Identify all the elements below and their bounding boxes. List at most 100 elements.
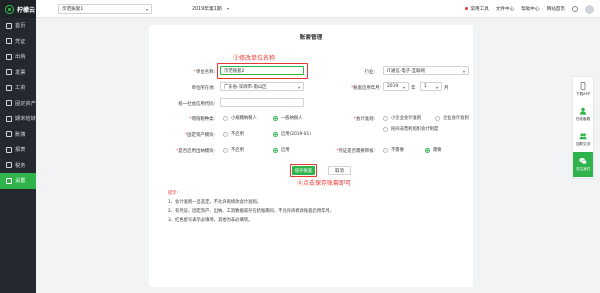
accounting-label: *会计准则:	[353, 117, 375, 122]
year-unit: 年	[411, 86, 416, 91]
sidebar-item-label: 设置	[15, 178, 26, 185]
industry-value: IT通信-电子-互联网	[387, 68, 425, 74]
radio-review-no[interactable]: 不需要	[383, 147, 404, 153]
radio-checked-icon	[273, 115, 278, 121]
sidebar-item-cashier[interactable]: 出纳	[0, 49, 36, 65]
radio-asset-disable[interactable]: 不启用	[223, 131, 244, 137]
radio-label: 需要	[433, 148, 442, 153]
tip-line: 2、有凭证、固定资产、出纳、工资数据或存在结账期间，不允许再修改账套启用年月。	[168, 209, 335, 214]
salary-icon	[6, 84, 12, 91]
rp-label: 加群交流	[575, 142, 591, 146]
sidebar-item-label: 期末结转	[15, 116, 36, 123]
sidebar: 柠檬云 首页 凭证 出纳 发票 工资 固定资产 期末结转 账簿 报表 税务 设置	[0, 0, 36, 293]
tips-title: 提示:	[168, 191, 179, 196]
chevron-down-icon	[146, 8, 148, 11]
radio-label: 不启用	[231, 148, 244, 153]
sidebar-item-voucher[interactable]: 凭证	[0, 34, 36, 50]
topbar: 示范账套1 2019年第1期 常用工具 文件中心 帮助中心 网站首页	[36, 0, 600, 18]
start-month-select[interactable]: 1	[420, 82, 442, 91]
sidebar-item-tax[interactable]: 税务	[0, 158, 36, 174]
chevron-down-icon	[463, 70, 465, 73]
sidebar-item-label: 税务	[15, 162, 26, 169]
period-end-icon	[6, 115, 12, 122]
sidebar-item-reports[interactable]: 报表	[0, 142, 36, 158]
location-value: 广东省-深圳市-南山区	[224, 84, 267, 90]
tip-line: 3、红色星号表示必填项，其他为非必填项。	[168, 218, 253, 223]
join-group-button[interactable]: 加群交流	[573, 127, 593, 152]
sidebar-item-home[interactable]: 首页	[0, 18, 36, 34]
account-select[interactable]: 示范账套1	[58, 4, 152, 14]
rp-label: 在线客服	[575, 117, 591, 121]
sidebar-item-invoice[interactable]: 发票	[0, 65, 36, 81]
chevron-down-icon[interactable]	[227, 8, 229, 10]
cashier-label: *是否启用出纳模块:	[176, 149, 215, 154]
sidebar-item-salary[interactable]: 工资	[0, 80, 36, 96]
online-service-button[interactable]: 在线客服	[573, 102, 593, 127]
radio-icon	[223, 115, 228, 121]
sidebar-item-settings[interactable]: 设置	[0, 173, 36, 189]
website-home-link[interactable]: 网站首页	[547, 6, 565, 12]
start-year-value: 2019	[387, 84, 399, 89]
radio-non-profit[interactable]: 民间非营利组织会计制度	[383, 126, 438, 132]
home-icon	[6, 22, 12, 29]
rp-label: 关注我们	[575, 167, 591, 171]
tools-link[interactable]: 常用工具	[464, 6, 489, 12]
tip-line: 1、会计准则一旦选定，不允许再修改会计准则。	[168, 200, 261, 205]
app-name: 柠檬云	[17, 6, 36, 14]
sidebar-item-label: 发票	[15, 69, 26, 76]
period-select[interactable]: 2019年第1期	[192, 5, 222, 12]
wechat-icon	[579, 157, 587, 165]
account-management-panel: 账套管理 ③修改单位名称 *单位名称: 示范账套2 行业: IT通信-电子-互联…	[149, 25, 473, 287]
credit-code-label: 统一社会信用代码:	[178, 102, 215, 107]
radio-icon	[383, 147, 388, 153]
save-account-button[interactable]: 保存账套	[292, 166, 315, 175]
cashier-icon	[6, 53, 12, 60]
sidebar-item-assets[interactable]: 固定资产	[0, 96, 36, 112]
location-select[interactable]: 广东省-深圳市-南山区	[220, 82, 304, 91]
report-icon	[6, 146, 12, 153]
radio-enterprise[interactable]: 企业会计准则	[435, 115, 469, 121]
sidebar-item-label: 工资	[15, 85, 26, 92]
start-year-select[interactable]: 2019	[383, 82, 409, 91]
radio-small-scale[interactable]: 小规模纳税人	[223, 115, 257, 121]
radio-label: 不启用	[231, 132, 244, 137]
sidebar-item-label: 固定资产	[15, 100, 36, 107]
sidebar-item-ledger[interactable]: 账簿	[0, 127, 36, 143]
sidebar-item-period-end[interactable]: 期末结转	[0, 111, 36, 127]
radio-cashier-enable[interactable]: 启用	[273, 147, 290, 153]
location-label: 单位所在地:	[191, 86, 215, 91]
radio-general-taxpayer[interactable]: 一般纳税人	[273, 115, 302, 121]
sidebar-item-label: 报表	[15, 147, 26, 154]
user-icon	[579, 107, 587, 115]
unit-name-input[interactable]: 示范账套2	[220, 66, 304, 75]
help-center-link[interactable]: 帮助中心	[521, 6, 539, 12]
radio-checked-icon	[273, 147, 278, 153]
radio-label: 启用	[281, 148, 290, 153]
annotation-step3: ③修改单位名称	[233, 55, 276, 62]
radio-checked-icon	[425, 147, 430, 153]
radio-review-yes[interactable]: 需要	[425, 147, 442, 153]
chevron-down-icon	[436, 86, 438, 89]
download-app-button[interactable]: 下载APP	[573, 77, 593, 102]
month-unit: 月	[444, 86, 449, 91]
file-center-link[interactable]: 文件中心	[496, 6, 514, 12]
radio-label: 民间非营利组织会计制度	[391, 127, 439, 132]
credit-code-input[interactable]	[220, 98, 304, 107]
unit-name-label: *单位名称:	[193, 70, 215, 75]
sidebar-item-label: 出纳	[15, 54, 26, 61]
radio-cashier-disable[interactable]: 不启用	[223, 147, 244, 153]
radio-asset-enable[interactable]: 启用(2019-01)	[273, 131, 311, 137]
phone-icon	[580, 82, 586, 90]
app-logo[interactable]: 柠檬云	[0, 0, 36, 18]
chevron-down-icon	[298, 86, 300, 89]
right-float-panel: 下载APP 在线客服 加群交流 关注我们	[572, 76, 594, 179]
cancel-button[interactable]: 取消	[328, 166, 351, 175]
radio-label: 不需要	[391, 148, 404, 153]
avatar[interactable]	[585, 4, 594, 14]
radio-icon	[223, 147, 228, 153]
radio-icon	[383, 126, 388, 132]
follow-us-button[interactable]: 关注我们	[573, 152, 593, 177]
radio-small-enterprise[interactable]: 小企业会计准则	[383, 115, 421, 121]
industry-select[interactable]: IT通信-电子-互联网	[383, 66, 469, 75]
notification-icon[interactable]	[572, 6, 578, 12]
